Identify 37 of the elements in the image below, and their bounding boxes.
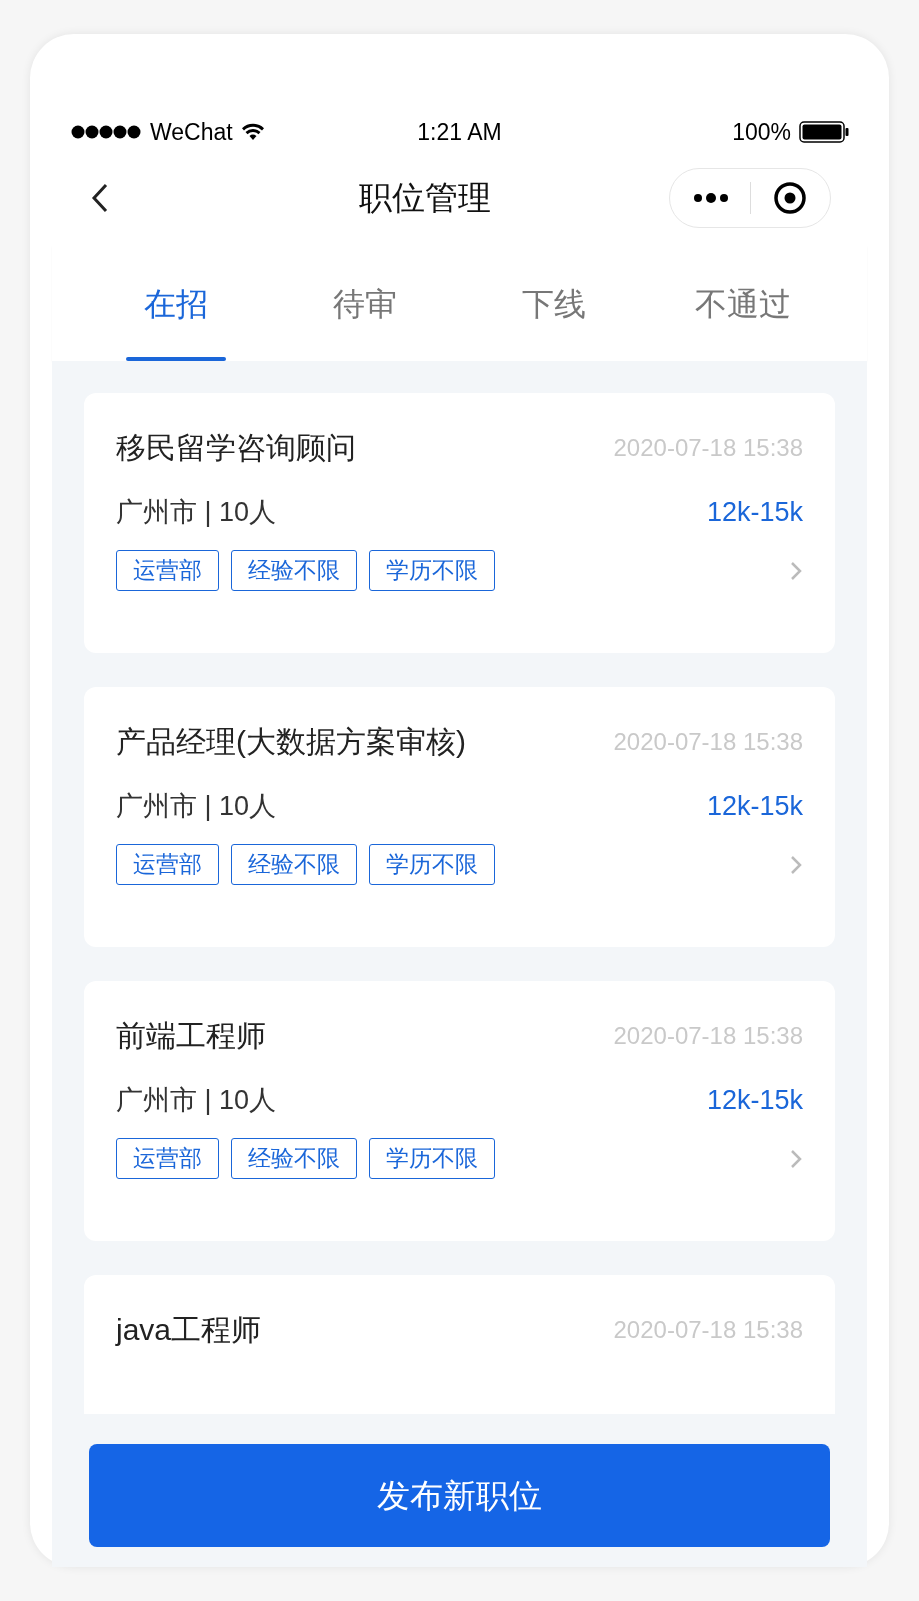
job-title: 移民留学咨询顾问 (116, 433, 356, 463)
chevron-right-icon (789, 853, 803, 876)
page-title: 职位管理 (358, 178, 491, 219)
job-title: 前端工程师 (116, 1021, 266, 1051)
tag: 学历不限 (369, 844, 495, 885)
tag: 经验不限 (231, 844, 357, 885)
tab[interactable]: 待审 (270, 246, 460, 361)
wifi-icon (240, 123, 265, 141)
tag: 运营部 (116, 844, 219, 885)
salary-text: 12k-15k (706, 793, 803, 820)
carrier-text: WeChat (150, 120, 233, 144)
tag: 学历不限 (369, 550, 495, 591)
salary-text: 12k-15k (706, 1087, 803, 1114)
target-icon[interactable] (773, 181, 808, 215)
battery-icon (799, 121, 849, 143)
tab[interactable]: 不通过 (648, 246, 837, 361)
tag: 经验不限 (231, 1138, 357, 1179)
publish-job-button[interactable]: 发布新职位 (89, 1444, 830, 1547)
tag: 运营部 (116, 1138, 219, 1179)
chevron-right-icon (789, 559, 803, 582)
more-icon[interactable] (692, 193, 729, 203)
battery-text: 100% (732, 120, 791, 144)
tab[interactable]: 在招 (82, 246, 271, 361)
clock-text: 1:21 AM (417, 120, 502, 144)
job-title: java工程师 (116, 1315, 262, 1345)
salary-text: 12k-15k (706, 499, 803, 526)
tag: 学历不限 (369, 1138, 495, 1179)
tag: 经验不限 (231, 550, 357, 591)
tag: 运营部 (116, 550, 219, 591)
location-text: 广州市 | 10人 (116, 1087, 277, 1114)
location-text: 广州市 | 10人 (116, 793, 277, 820)
signal-icon (70, 124, 142, 140)
location-text: 广州市 | 10人 (116, 499, 277, 526)
back-icon[interactable] (90, 182, 110, 214)
chevron-right-icon (789, 1147, 803, 1170)
job-title: 产品经理(大数据方案审核) (116, 727, 466, 757)
tab[interactable]: 下线 (459, 246, 649, 361)
